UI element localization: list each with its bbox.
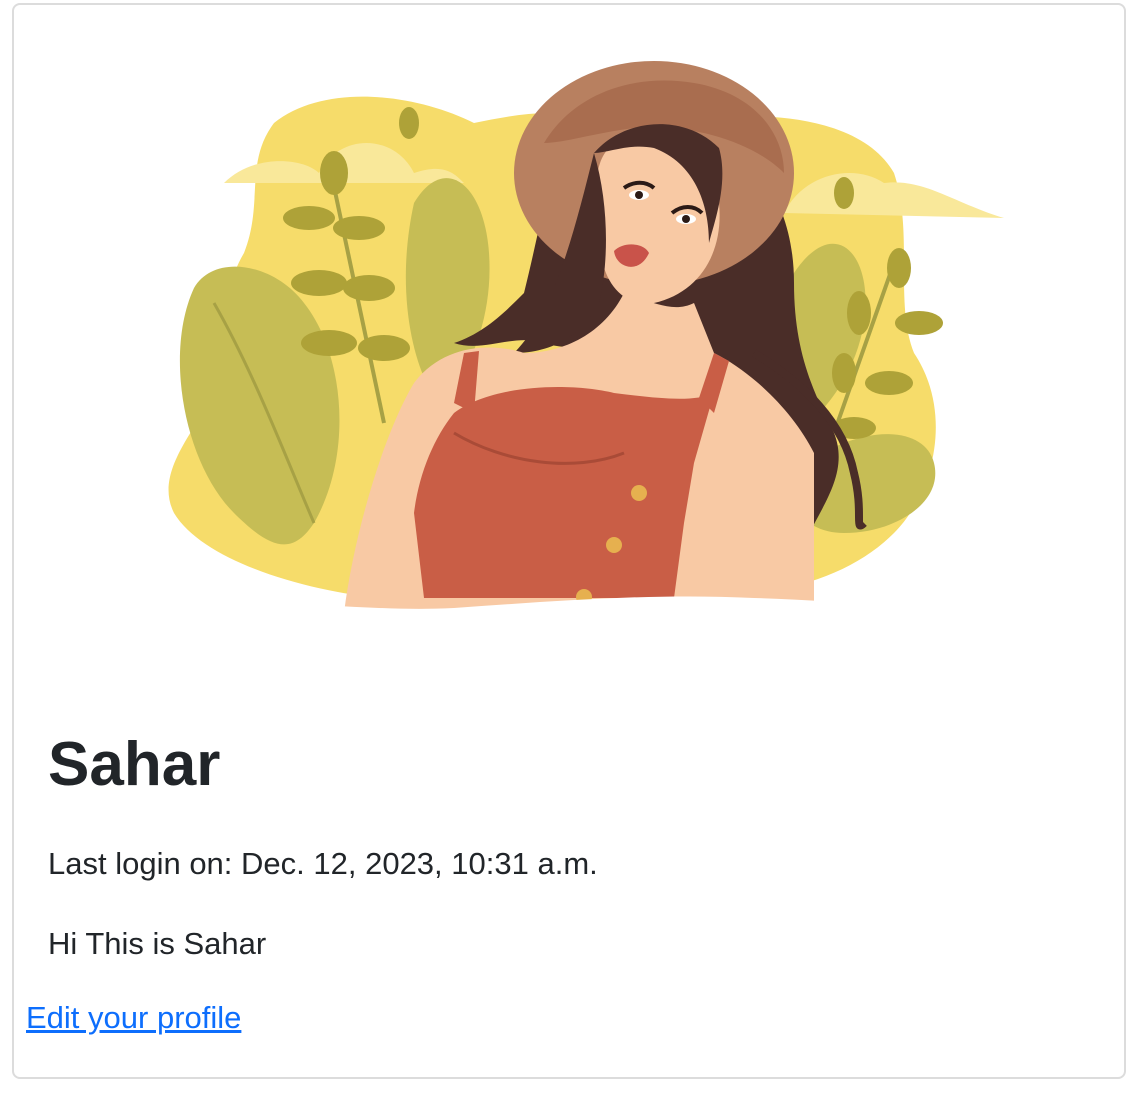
edit-profile-link[interactable]: Edit your profile: [26, 1000, 241, 1036]
profile-card-body: Sahar Last login on: Dec. 12, 2023, 10:3…: [48, 730, 1088, 961]
profile-bio: Hi This is Sahar: [48, 926, 267, 961]
profile-card: Sahar Last login on: Dec. 12, 2023, 10:3…: [12, 3, 1126, 1079]
profile-avatar-image: [154, 53, 1024, 623]
profile-username: Sahar: [48, 730, 221, 799]
last-login-text: Last login on: Dec. 12, 2023, 10:31 a.m.: [48, 846, 598, 881]
